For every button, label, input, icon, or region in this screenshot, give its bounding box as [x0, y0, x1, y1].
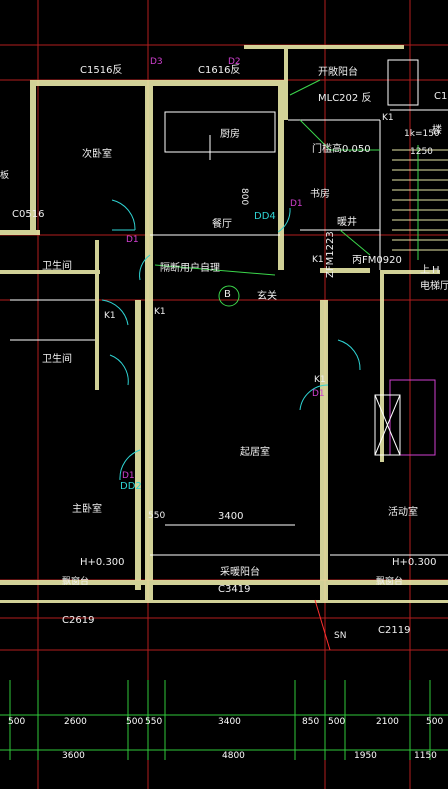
door-d1c: D1: [312, 389, 325, 399]
dim-r1-6: 500: [328, 717, 346, 727]
section-arrow: [314, 599, 331, 651]
window-mlc: MLC202 反: [318, 93, 372, 104]
dim-r1-5: 850: [302, 717, 320, 727]
note-stair-dim1: 1k=150: [404, 129, 440, 139]
dim-r2-2: 1950: [354, 751, 377, 761]
note-elev-h: H: [432, 265, 440, 276]
room-label-bath2: 卫生间: [42, 354, 72, 365]
note-d800: 800: [239, 188, 249, 206]
dim-r2-0: 3600: [62, 751, 85, 761]
dim-r1-1: 2600: [64, 717, 87, 727]
floor-plan: 次卧室 厨房 餐厅 书房 卫生间 卫生间 起居室 主卧室 活动室 玄关 开敞阳台…: [0, 0, 448, 789]
note-h-right: H+0.300: [392, 557, 437, 568]
door-k1b: K1: [154, 307, 166, 317]
dimension-lines: [0, 649, 448, 760]
window-c2119: C2119: [378, 625, 411, 636]
room-label-shaft: 暖井: [337, 217, 357, 228]
leader-lines: [154, 79, 380, 276]
door-fm0920: 丙FM0920: [352, 255, 402, 266]
dim-r2-3: 1150: [414, 751, 437, 761]
door-k1a: K1: [104, 311, 116, 321]
room-label-balcony-sun: 采暖阳台: [220, 567, 260, 578]
room-label-dining: 餐厅: [212, 219, 232, 230]
note-w550: 550: [148, 511, 166, 521]
window-c1616: C1616反: [198, 65, 241, 76]
door-k1d: K1: [314, 375, 326, 385]
window-c1516: C1516反: [80, 65, 123, 76]
room-label-bedroom2: 次卧室: [82, 149, 112, 160]
door-zfm1223: ZFM1223: [325, 231, 336, 278]
room-label-bath1: 卫生间: [42, 261, 72, 272]
room-label-bay-right: 飘窗台: [376, 577, 404, 587]
door-dd4: DD4: [254, 211, 276, 222]
dim-r1-3: 550: [145, 717, 163, 727]
room-label-elevator-hall: 电梯厅: [420, 281, 448, 292]
room-label-entrance: 玄关: [257, 291, 277, 302]
window-c-right: C1: [434, 91, 448, 102]
dim-r1-4: 3400: [218, 717, 241, 727]
stairs: [392, 145, 448, 260]
note-elev-up: 上: [420, 265, 430, 276]
room-label-master: 主卧室: [72, 504, 102, 515]
door-dd2: DD2: [120, 481, 142, 492]
door-d2: D2: [228, 57, 241, 67]
room-label-balcony-open: 开敞阳台: [318, 67, 358, 78]
window-c0516: C0516: [12, 209, 45, 220]
note-sill: 门槛高0.050: [312, 144, 371, 155]
door-d1b: D1: [290, 199, 303, 209]
door-sn: SN: [334, 631, 347, 641]
room-label-bay-left: 飘窗台: [62, 577, 90, 587]
dim-r2-1: 4800: [222, 751, 245, 761]
window-c2619: C2619: [62, 615, 95, 626]
dim-r1-7: 2100: [376, 717, 399, 727]
door-k1e: K1: [382, 113, 394, 123]
note-side-ban: 板: [0, 171, 10, 181]
door-k1c: K1: [312, 255, 324, 265]
door-d1d: D1: [122, 471, 135, 481]
dim-r1-8: 500: [426, 717, 444, 727]
dim-r1-2: 500: [126, 717, 144, 727]
window-c3419: C3419: [218, 584, 251, 595]
door-d3: D3: [150, 57, 163, 67]
plan-drawing: [0, 0, 448, 789]
note-w3400: 3400: [218, 511, 244, 522]
door-d1a: D1: [126, 235, 139, 245]
note-partition: 隔断用户自理: [160, 263, 220, 274]
room-label-living: 起居室: [240, 447, 270, 458]
room-label-kitchen: 厨房: [220, 129, 240, 140]
note-unit-tag: B: [224, 289, 231, 300]
room-label-study: 书房: [310, 189, 330, 200]
room-label-activity: 活动室: [388, 507, 418, 518]
dim-r1-0: 500: [8, 717, 26, 727]
note-stair-dim2: 1250: [410, 147, 433, 157]
note-h-left: H+0.300: [80, 557, 125, 568]
